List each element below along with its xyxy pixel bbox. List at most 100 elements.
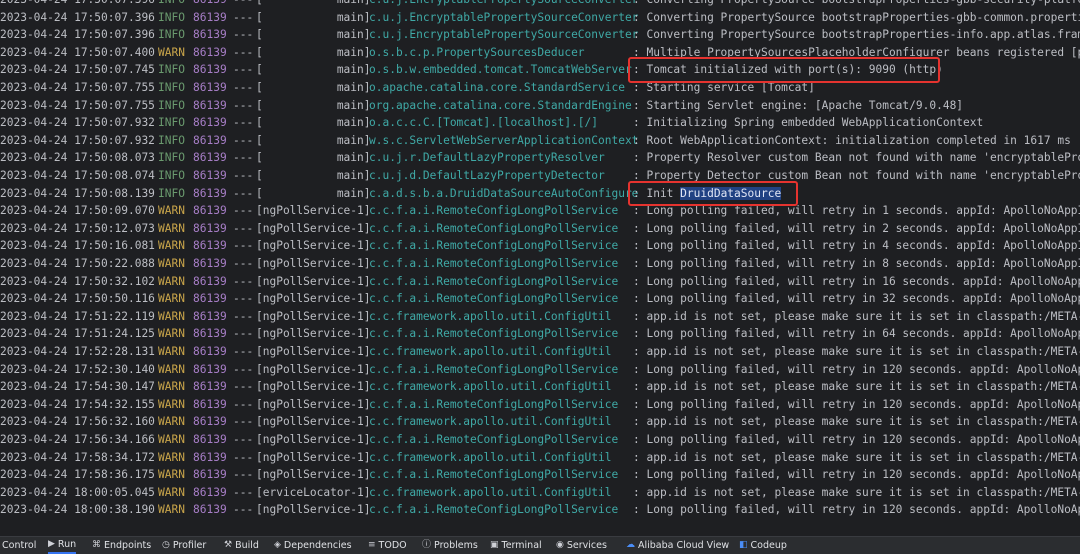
log-thread: [ main]	[256, 63, 371, 77]
log-level: WARN	[158, 450, 185, 464]
log-timestamp: 2023-04-24 17:50:07.932	[0, 133, 155, 147]
log-line[interactable]: 2023-04-24 17:52:28.131 WARN 86139 --- [ngPo…	[0, 343, 1080, 361]
log-logger-link[interactable]: c.u.j.EncryptablePropertySourceConverter	[369, 9, 638, 27]
log-line[interactable]: 2023-04-24 17:50:07.396INFO 86139 ---[ mai…	[0, 26, 1080, 44]
log-line[interactable]: 2023-04-24 17:50:07.396INFO 86139 ---[ mai…	[0, 0, 1080, 9]
log-line[interactable]: 2023-04-24 17:50:07.396INFO 86139 ---[ mai…	[0, 9, 1080, 27]
tool-tab-services[interactable]: ◉ Services	[556, 537, 607, 554]
tool-tab-endpoints[interactable]: ⌘ Endpoints	[92, 537, 151, 554]
log-separator: ---	[233, 63, 254, 77]
log-logger-link[interactable]: c.c.framework.apollo.util.ConfigUtil	[369, 343, 611, 361]
tool-tab-codeup[interactable]: ◧ Codeup	[739, 537, 787, 554]
log-logger-link[interactable]: c.c.f.a.i.RemoteConfigLongPollService	[369, 290, 618, 308]
log-logger-link[interactable]: c.c.f.a.i.RemoteConfigLongPollService	[369, 431, 618, 449]
log-line[interactable]: 2023-04-24 18:00:38.190 WARN 86139 --- [ngPo…	[0, 501, 1080, 519]
log-message-text: : Property Resolver custom Bean not foun…	[633, 151, 1080, 165]
log-logger-link[interactable]: c.c.framework.apollo.util.ConfigUtil	[369, 484, 611, 502]
log-logger-link[interactable]: c.u.j.EncryptablePropertySourceConverter	[369, 0, 638, 9]
log-logger-link[interactable]: c.c.f.a.i.RemoteConfigLongPollService	[369, 325, 618, 343]
log-level: WARN	[158, 45, 185, 59]
log-message-text: : app.id is not set, please make sure it…	[633, 345, 1080, 358]
tool-tab-terminal[interactable]: ▣ Terminal	[490, 537, 542, 554]
log-level: INFO	[158, 186, 185, 200]
log-line[interactable]: 2023-04-24 17:50:07.400 WARN 86139 ---[ mai…	[0, 44, 1080, 62]
log-separator: ---	[233, 204, 254, 218]
log-logger-link[interactable]: c.c.framework.apollo.util.ConfigUtil	[369, 378, 611, 396]
log-line[interactable]: 2023-04-24 17:50:07.932 INFO 86139 ---[ mai…	[0, 132, 1080, 150]
log-pid: 86139	[193, 380, 227, 394]
log-thread: [ main]	[256, 81, 371, 94]
log-line[interactable]: 2023-04-24 17:50:08.074 INFO 86139 ---[ mai…	[0, 167, 1080, 185]
log-line[interactable]: 2023-04-24 17:54:30.147 WARN 86139 --- [ngPo…	[0, 378, 1080, 396]
log-line[interactable]: 2023-04-24 17:56:34.166 WARN 86139 --- [ngPo…	[0, 431, 1080, 449]
log-level: WARN	[158, 345, 185, 358]
log-thread: [ngPollService-1]	[256, 274, 371, 288]
log-separator: ---	[233, 221, 254, 235]
log-separator: ---	[233, 433, 254, 446]
log-level: INFO	[158, 98, 185, 112]
run-console-output[interactable]: 2023-04-24 17:50:07.396 INFO 86139 ---[ mai…	[0, 0, 1080, 536]
log-logger-link[interactable]: o.s.b.c.p.PropertySourcesDeducer	[369, 44, 585, 62]
log-pid: 86139	[193, 10, 227, 24]
log-logger-link[interactable]: c.a.d.s.b.a.DruidDataSourceAutoConfigure	[369, 185, 638, 203]
log-logger-link[interactable]: c.c.f.a.i.RemoteConfigLongPollService	[369, 237, 618, 255]
log-message: : Long polling failed, will retry in 4 s…	[633, 237, 1080, 255]
log-line[interactable]: 2023-04-24 17:50:07.745 INFO 86139 ---[ mai…	[0, 61, 1080, 79]
log-logger-link[interactable]: c.u.j.d.DefaultLazyPropertyDetector	[369, 167, 605, 185]
log-logger-link[interactable]: c.c.f.a.i.RemoteConfigLongPollService	[369, 501, 618, 519]
log-line[interactable]: 2023-04-24 17:56:32.160 WARN 86139 --- [ngPo…	[0, 413, 1080, 431]
tool-tab-build[interactable]: ⚒ Build	[224, 537, 259, 554]
tool-tab-alibaba-cloud-view[interactable]: ☁ Alibaba Cloud View	[626, 537, 729, 554]
log-logger-link[interactable]: c.u.j.r.DefaultLazyPropertyResolver	[369, 149, 605, 167]
log-logger-link[interactable]: c.c.f.a.i.RemoteConfigLongPollService	[369, 202, 618, 220]
tool-tab-problems[interactable]: ⓘ Problems	[422, 537, 478, 554]
tool-tab-run[interactable]: ▶ Run	[48, 537, 77, 554]
log-logger-link[interactable]: c.c.f.a.i.RemoteConfigLongPollService	[369, 396, 618, 414]
tool-tab-todo[interactable]: ≡ TODO	[368, 537, 407, 554]
log-line[interactable]: 2023-04-24 17:58:34.172 WARN 86139 --- [ngPo…	[0, 449, 1080, 467]
log-line[interactable]: 2023-04-24 17:50:07.755 INFO 86139 ---[ mai…	[0, 97, 1080, 115]
log-thread: [ main]	[256, 116, 371, 130]
log-logger-link[interactable]: o.apache.catalina.core.StandardService	[369, 79, 625, 97]
log-pid: 86139	[193, 116, 227, 130]
log-line[interactable]: 2023-04-24 17:50:07.932 INFO 86139 ---[ mai…	[0, 114, 1080, 132]
log-logger-link[interactable]: o.a.c.c.C.[Tomcat].[localhost].[/]	[369, 114, 598, 132]
log-thread: [ main]	[256, 151, 371, 165]
log-logger-link[interactable]: c.u.j.EncryptablePropertySourceConverter	[369, 26, 638, 44]
log-separator: ---	[233, 345, 254, 358]
tool-tab-dependencies[interactable]: ◈ Dependencies	[274, 537, 352, 554]
log-logger-link[interactable]: c.c.f.a.i.RemoteConfigLongPollService	[369, 220, 618, 238]
log-logger-link[interactable]: c.c.framework.apollo.util.ConfigUtil	[369, 449, 611, 467]
log-line[interactable]: 2023-04-24 17:50:12.073 WARN 86139 --- [ngPo…	[0, 220, 1080, 238]
log-line[interactable]: 2023-04-24 17:50:08.139 INFO 86139 ---[ mai…	[0, 185, 1080, 203]
log-line[interactable]: 2023-04-24 17:50:50.116 WARN 86139 --- [ngPo…	[0, 290, 1080, 308]
log-logger-link[interactable]: w.s.c.ServletWebServerApplicationContext	[369, 132, 638, 150]
log-line[interactable]: 2023-04-24 17:51:22.119 WARN 86139 --- [ngPo…	[0, 308, 1080, 326]
log-logger-link[interactable]: org.apache.catalina.core.StandardEngine	[369, 97, 632, 115]
log-line[interactable]: 2023-04-24 17:52:30.140 WARN 86139 --- [ngPo…	[0, 361, 1080, 379]
log-line[interactable]: 2023-04-24 17:50:22.088 WARN 86139 --- [ngPo…	[0, 255, 1080, 273]
log-thread: [ngPollService-1]	[256, 221, 371, 235]
log-line[interactable]: 2023-04-24 17:50:32.102 WARN 86139 --- [ngPo…	[0, 273, 1080, 291]
log-logger-link[interactable]: c.c.f.a.i.RemoteConfigLongPollService	[369, 466, 618, 484]
log-line[interactable]: 2023-04-24 17:51:24.125 WARN 86139 --- [ngPo…	[0, 325, 1080, 343]
log-level: WARN	[158, 415, 185, 429]
log-logger-link[interactable]: c.c.framework.apollo.util.ConfigUtil	[369, 308, 611, 326]
log-line[interactable]: 2023-04-24 17:54:32.155 WARN 86139 --- [ngPo…	[0, 396, 1080, 414]
log-line[interactable]: 2023-04-24 17:50:07.755 INFO 86139 ---[ mai…	[0, 79, 1080, 97]
log-logger-link[interactable]: o.s.b.w.embedded.tomcat.TomcatWebServer	[369, 61, 632, 79]
log-logger-link[interactable]: c.c.f.a.i.RemoteConfigLongPollService	[369, 273, 618, 291]
log-timestamp: 2023-04-24 17:52:28.131	[0, 345, 155, 358]
log-line[interactable]: 2023-04-24 17:50:09.070 WARN 86139 --- [ngPo…	[0, 202, 1080, 220]
log-line[interactable]: 2023-04-24 17:50:16.081 WARN 86139 --- [ngPo…	[0, 237, 1080, 255]
log-line[interactable]: 2023-04-24 17:58:36.175 WARN 86139 --- [ngPo…	[0, 466, 1080, 484]
log-level: WARN	[158, 397, 185, 411]
log-message-text: : app.id is not set, please make sure it…	[633, 415, 1080, 429]
log-logger-link[interactable]: c.c.f.a.i.RemoteConfigLongPollService	[369, 361, 618, 379]
log-logger-link[interactable]: c.c.framework.apollo.util.ConfigUtil	[369, 413, 611, 431]
tool-tab-profiler[interactable]: ◷ Profiler	[162, 537, 206, 554]
log-line[interactable]: 2023-04-24 17:50:08.073 INFO 86139 ---[ mai…	[0, 149, 1080, 167]
log-line[interactable]: 2023-04-24 18:00:05.045 WARN 86139 --- [ervi…	[0, 484, 1080, 502]
log-logger-link[interactable]: c.c.f.a.i.RemoteConfigLongPollService	[369, 255, 618, 273]
tool-tab-control[interactable]: Control	[2, 537, 36, 554]
